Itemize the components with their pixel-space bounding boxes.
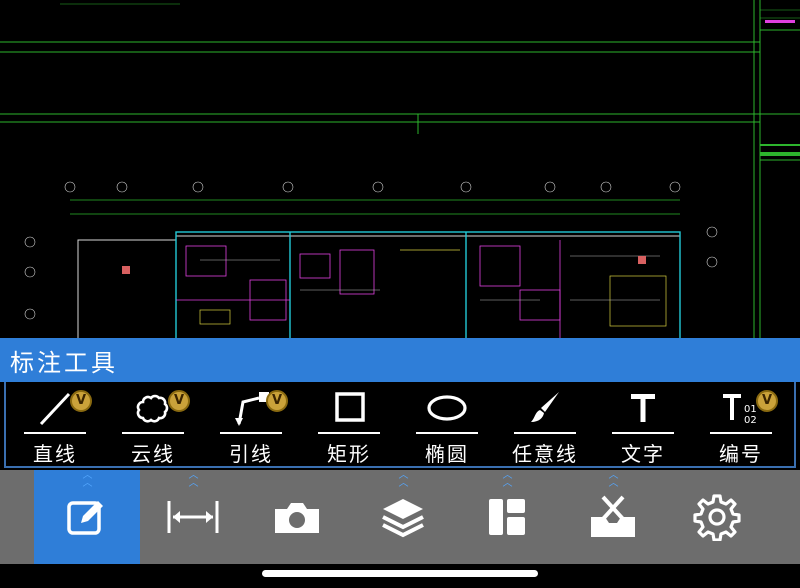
expand-chevron-icon: ︿ ︿ — [188, 470, 199, 489]
nav-camera[interactable] — [244, 470, 350, 564]
rectangle-icon — [335, 392, 365, 422]
numbering-icon: 01 02 — [723, 394, 757, 426]
floor-plan-drawing — [0, 0, 800, 340]
home-indicator[interactable] — [262, 570, 538, 577]
tool-leader-line[interactable]: V 引线 — [206, 382, 296, 468]
gear-icon — [693, 494, 741, 541]
tool-label: 文字 — [621, 442, 665, 466]
layout-icon — [489, 499, 525, 535]
nav-layout[interactable]: ︿ ︿ — [454, 470, 560, 564]
ellipse-icon — [427, 395, 467, 421]
edit-icon — [67, 501, 103, 535]
cloud-line-icon — [136, 394, 169, 423]
tool-text[interactable]: 文字 — [598, 382, 688, 468]
expand-chevron-icon: ︿ ︿ — [82, 470, 93, 489]
tool-label: 云线 — [131, 442, 175, 466]
panel-title: 标注工具 — [10, 348, 118, 377]
tool-numbering[interactable]: 01 02 V 编号 — [696, 382, 786, 468]
annotation-tools-header: 标注工具 — [0, 338, 800, 382]
cad-drawing-canvas[interactable] — [0, 0, 800, 340]
leader-line-icon — [235, 392, 269, 426]
tool-label: 椭圆 — [425, 442, 469, 466]
premium-badge: V — [756, 390, 778, 412]
layers-icon — [382, 499, 424, 538]
tool-label: 编号 — [719, 442, 763, 466]
tool-ellipse[interactable]: 椭圆 — [402, 382, 492, 468]
tool-label: 矩形 — [327, 442, 371, 466]
bottom-navigation: ︿ ︿ ︿ ︿ ︿ ︿ ︿ ︿ ︿ ︿ — [0, 470, 800, 564]
nav-settings[interactable] — [664, 470, 770, 564]
tool-cloud-line[interactable]: V 云线 — [108, 382, 198, 468]
tool-label: 引线 — [229, 442, 273, 466]
brush-icon — [531, 392, 559, 422]
text-icon — [631, 394, 655, 422]
toolbox-icon — [591, 495, 635, 537]
annotation-toolbar: V 直线 V 云线 V 引线 矩形 椭圆 任意线 文字 01 02 V 编号 — [4, 382, 796, 468]
tool-label: 任意线 — [512, 442, 578, 466]
expand-chevron-icon: ︿ ︿ — [502, 470, 513, 489]
tool-rectangle[interactable]: 矩形 — [304, 382, 394, 468]
premium-badge: V — [266, 390, 288, 412]
tool-line[interactable]: V 直线 — [10, 382, 100, 468]
nav-layers[interactable]: ︿ ︿ — [350, 470, 456, 564]
nav-annotate[interactable]: ︿ ︿ — [34, 470, 140, 564]
tool-label: 直线 — [33, 442, 77, 466]
measure-icon — [167, 501, 219, 533]
nav-toolbox[interactable]: ︿ ︿ — [560, 470, 666, 564]
numbering-sub-2: 02 — [744, 415, 757, 426]
premium-badge: V — [168, 390, 190, 412]
numbering-sub-1: 01 — [744, 404, 757, 415]
camera-icon — [275, 503, 319, 533]
tool-freehand[interactable]: 任意线 — [500, 382, 590, 468]
expand-chevron-icon: ︿ ︿ — [398, 470, 409, 489]
line-icon — [39, 392, 71, 426]
nav-measure[interactable]: ︿ ︿ — [140, 470, 246, 564]
premium-badge: V — [70, 390, 92, 412]
expand-chevron-icon: ︿ ︿ — [608, 470, 619, 489]
